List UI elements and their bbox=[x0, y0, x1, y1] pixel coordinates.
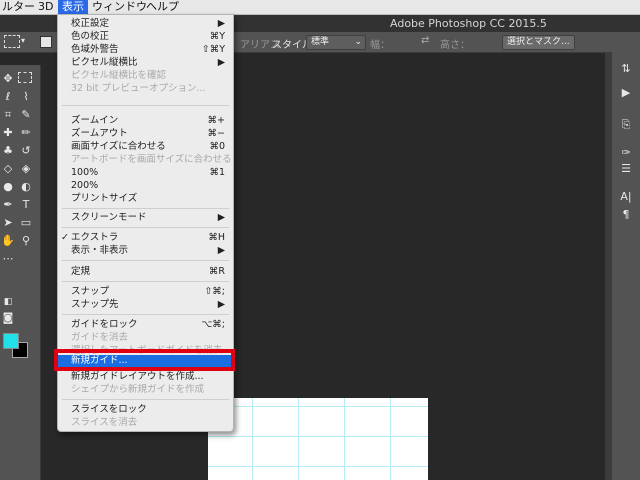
submenu-arrow-icon: ▶ bbox=[217, 212, 225, 223]
blur-tool-icon[interactable]: ● bbox=[0, 180, 16, 194]
menu-item-gamut-warning[interactable]: 色域外警告 ⇧⌘Y bbox=[58, 44, 233, 56]
submenu-arrow-icon: ▶ bbox=[217, 245, 225, 256]
rect-marquee-tool-icon[interactable] bbox=[18, 72, 32, 83]
menu-item-proof-setup[interactable]: 校正設定 ▶ bbox=[58, 18, 233, 30]
zoom-tool-icon[interactable]: ⚲ bbox=[18, 234, 34, 248]
width-label: 幅： bbox=[370, 40, 390, 51]
menu-item-200-percent[interactable]: 200% bbox=[58, 180, 233, 192]
chevron-down-icon: ⌄ bbox=[354, 37, 362, 47]
rectangle-tool-icon[interactable]: ▭ bbox=[18, 216, 34, 230]
menu-item-show[interactable]: 表示・非表示 ▶ bbox=[58, 245, 233, 257]
panel-dock-divider bbox=[605, 52, 612, 480]
new-selection-icon[interactable] bbox=[40, 36, 52, 48]
default-colors-icon[interactable]: ◧ bbox=[0, 295, 16, 309]
hand-tool-icon[interactable]: ✋ bbox=[0, 234, 16, 248]
menu-bar: ルター 3D 表示 ウィンドウ ヘルプ bbox=[0, 0, 640, 15]
edit-toolbar-icon[interactable]: ⋯ bbox=[0, 252, 16, 266]
quick-select-tool-icon[interactable]: ⌇ bbox=[18, 90, 34, 104]
layer-comps-panel-icon[interactable]: ⎘ bbox=[618, 118, 634, 132]
menu-separator bbox=[62, 314, 229, 315]
character-panel-icon[interactable]: A| bbox=[618, 190, 634, 204]
menu-item-100-percent[interactable]: 100% ⌘1 bbox=[58, 167, 233, 179]
menu-item-32bit-preview: 32 bit プレビューオプション... bbox=[71, 83, 206, 94]
menu-item-clear-guides: ガイドを消去 bbox=[71, 332, 129, 343]
menu-item-clear-slices: スライスを消去 bbox=[71, 417, 138, 428]
healing-brush-tool-icon[interactable]: ✚ bbox=[0, 126, 16, 140]
menu-item-snap[interactable]: スナップ ⇧⌘; bbox=[58, 286, 233, 298]
adjustments-panel-icon[interactable]: ☰ bbox=[618, 162, 634, 176]
eraser-tool-icon[interactable]: ◇ bbox=[0, 162, 16, 176]
menu-item-lock-guides[interactable]: ガイドをロック ⌥⌘; bbox=[58, 319, 233, 331]
right-panel-dock: ⇅ ▶ ⎘ ✑ ☰ A| ¶ bbox=[612, 52, 640, 480]
menu-separator bbox=[62, 227, 229, 228]
lasso-tool-icon[interactable]: ℓ bbox=[0, 90, 16, 104]
select-and-mask-button[interactable]: 選択とマスク... bbox=[502, 35, 575, 50]
quick-mask-icon[interactable]: ◙ bbox=[0, 311, 16, 325]
paragraph-panel-icon[interactable]: ¶ bbox=[618, 208, 634, 222]
type-tool-icon[interactable]: T bbox=[18, 198, 34, 212]
submenu-arrow-icon: ▶ bbox=[217, 299, 225, 310]
submenu-arrow-icon: ▶ bbox=[217, 18, 225, 29]
menu-item-pixel-aspect-ratio[interactable]: ピクセル縦横比 ▶ bbox=[58, 57, 233, 69]
menu-item-pixel-aspect-correction: ピクセル縦横比を確認 bbox=[71, 70, 167, 81]
clone-stamp-tool-icon[interactable]: ♣ bbox=[0, 144, 16, 158]
marquee-tool-icon[interactable] bbox=[4, 35, 20, 48]
menu-item-print-size[interactable]: プリントサイズ bbox=[58, 193, 233, 205]
crop-tool-icon[interactable]: ⌗ bbox=[0, 108, 16, 122]
menu-separator bbox=[62, 281, 229, 282]
menu-item-screen-mode[interactable]: スクリーンモード ▶ bbox=[58, 212, 233, 224]
brush-tool-icon[interactable]: ✏ bbox=[18, 126, 34, 140]
checkmark-icon: ✓ bbox=[61, 232, 69, 243]
menu-item-new-guide-layout[interactable]: 新規ガイドレイアウトを作成... bbox=[58, 371, 233, 383]
tool-preset-chevron-icon[interactable]: ▾ bbox=[21, 36, 25, 45]
tools-panel: ✥ ℓ ⌇ ⌗ ✎ ✚ ✏ ♣ ↺ ◇ ◈ ● ◐ ✒ T ➤ ▭ ✋ ⚲ ⋯ … bbox=[0, 65, 41, 480]
menu-item-rulers[interactable]: 定規 ⌘R bbox=[58, 266, 233, 278]
dodge-tool-icon[interactable]: ◐ bbox=[18, 180, 34, 194]
path-select-tool-icon[interactable]: ➤ bbox=[0, 216, 16, 230]
style-select[interactable]: 標準 ⌄ bbox=[306, 35, 366, 50]
submenu-arrow-icon: ▶ bbox=[217, 57, 225, 68]
swap-width-height-icon[interactable]: ⇄ bbox=[421, 35, 429, 46]
menu-separator bbox=[62, 260, 229, 261]
document-canvas[interactable] bbox=[208, 398, 428, 480]
menu-item-fit-artboard: アートボードを画面サイズに合わせる bbox=[71, 154, 232, 165]
menu-3d[interactable]: 3D bbox=[34, 0, 57, 14]
menu-separator bbox=[62, 105, 229, 106]
menu-item-proof-colors[interactable]: 色の校正 ⌘Y bbox=[58, 31, 233, 43]
menu-item-fit-on-screen[interactable]: 画面サイズに合わせる ⌘0 bbox=[58, 141, 233, 153]
menu-separator bbox=[62, 399, 229, 400]
menu-help[interactable]: ヘルプ bbox=[142, 0, 183, 14]
height-label: 高さ： bbox=[440, 40, 470, 51]
menu-item-extras[interactable]: ✓ エクストラ ⌘H bbox=[58, 232, 233, 244]
move-tool-icon[interactable]: ✥ bbox=[0, 72, 16, 86]
tool-presets-panel-icon[interactable]: ✑ bbox=[618, 146, 634, 160]
foreground-color-swatch[interactable] bbox=[3, 333, 19, 349]
menu-view[interactable]: 表示 bbox=[58, 0, 88, 14]
app-title: Adobe Photoshop CC 2015.5 bbox=[390, 17, 547, 30]
history-brush-tool-icon[interactable]: ↺ bbox=[18, 144, 34, 158]
info-panel-icon[interactable]: ▶ bbox=[618, 86, 634, 100]
menu-item-new-guides-from-shape: シェイプから新規ガイドを作成 bbox=[71, 384, 205, 395]
menu-item-zoom-in[interactable]: ズームイン ⌘+ bbox=[58, 115, 233, 127]
menu-separator bbox=[62, 208, 229, 209]
menu-item-snap-to[interactable]: スナップ先 ▶ bbox=[58, 299, 233, 311]
navigator-panel-icon[interactable]: ⇅ bbox=[618, 62, 634, 76]
paint-bucket-tool-icon[interactable]: ◈ bbox=[18, 162, 34, 176]
pen-tool-icon[interactable]: ✒ bbox=[0, 198, 16, 212]
menu-item-lock-slices[interactable]: スライスをロック bbox=[58, 404, 233, 416]
highlight-annotation-box bbox=[54, 349, 235, 371]
eyedropper-tool-icon[interactable]: ✎ bbox=[18, 108, 34, 122]
menu-item-zoom-out[interactable]: ズームアウト ⌘− bbox=[58, 128, 233, 140]
style-select-value: 標準 bbox=[311, 37, 330, 47]
